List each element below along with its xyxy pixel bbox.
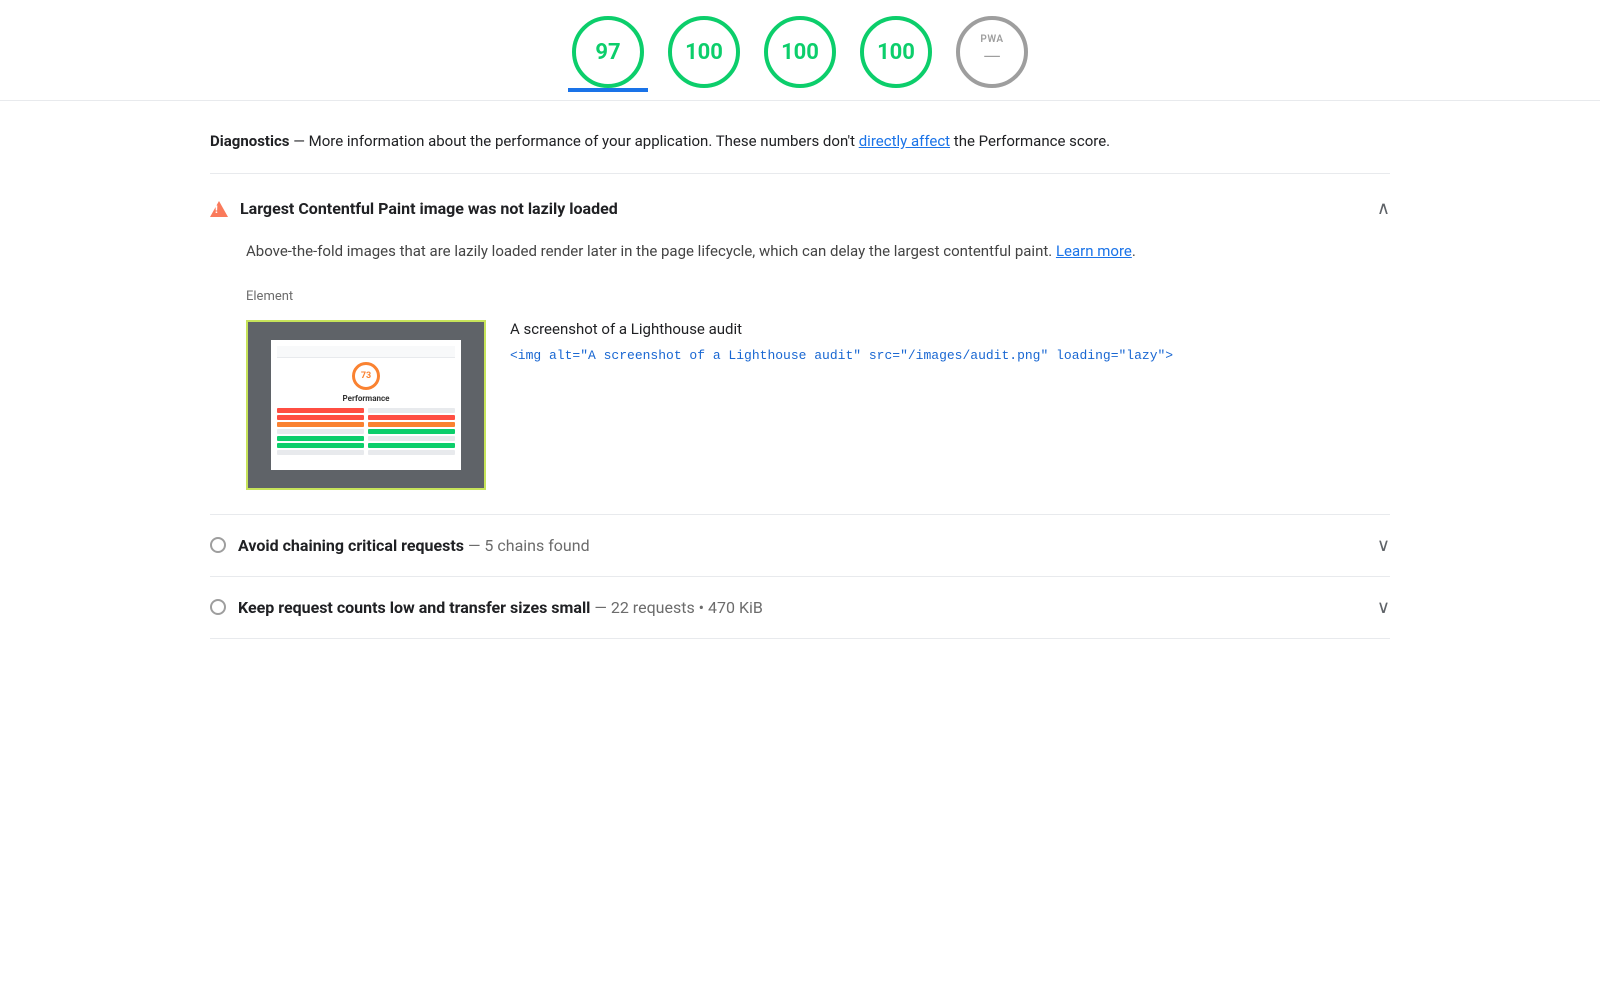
- element-code: <img alt="A screenshot of a Lighthouse a…: [510, 346, 1390, 367]
- element-alt-text: A screenshot of a Lighthouse audit: [510, 320, 1390, 338]
- audit-desc-before: Above-the-fold images that are lazily lo…: [246, 242, 1056, 260]
- score-100c[interactable]: 100: [860, 16, 932, 88]
- audit-critical-requests-chevron[interactable]: ∨: [1377, 535, 1390, 556]
- directly-affect-link[interactable]: directly affect: [859, 132, 950, 150]
- element-code-text: <img alt="A screenshot of a Lighthouse a…: [510, 348, 1173, 363]
- pwa-dash: —: [983, 45, 1002, 69]
- audit-request-counts-title-text: Keep request counts low and transfer siz…: [238, 598, 590, 617]
- audit-request-counts-chevron[interactable]: ∨: [1377, 597, 1390, 618]
- audit-desc-after: .: [1132, 242, 1136, 260]
- score-100b-value: 100: [781, 40, 819, 65]
- audit-lcp-lazy-description: Above-the-fold images that are lazily lo…: [246, 239, 1390, 265]
- score-pwa[interactable]: PWA —: [956, 16, 1028, 88]
- diagnostics-divider: [210, 173, 1390, 174]
- score-100b-wrapper[interactable]: 100: [764, 16, 836, 88]
- diagnostics-description2: the Performance score.: [950, 132, 1110, 150]
- score-100a-wrapper[interactable]: 100: [668, 16, 740, 88]
- audit-critical-requests-title: Avoid chaining critical requests — 5 cha…: [238, 536, 590, 555]
- main-content: Diagnostics — More information about the…: [130, 101, 1470, 639]
- score-97-wrapper[interactable]: 97: [572, 16, 644, 88]
- audit-lcp-lazy-chevron[interactable]: ∧: [1377, 198, 1390, 219]
- audit-lcp-lazy-header[interactable]: Largest Contentful Paint image was not l…: [210, 178, 1390, 239]
- audit-request-counts-title: Keep request counts low and transfer siz…: [238, 598, 763, 617]
- score-100b[interactable]: 100: [764, 16, 836, 88]
- score-100a[interactable]: 100: [668, 16, 740, 88]
- element-row: 73 Performance: [246, 320, 1390, 490]
- audit-request-counts-left: Keep request counts low and transfer siz…: [210, 598, 763, 617]
- audit-request-counts-meta: — 22 requests • 470 KiB: [590, 598, 762, 617]
- audit-critical-requests-meta: — 5 chains found: [464, 536, 590, 555]
- circle-icon-requests: [210, 599, 226, 615]
- scores-bar: 97 100 100 100 PWA —: [0, 0, 1600, 88]
- audit-critical-requests: Avoid chaining critical requests — 5 cha…: [210, 515, 1390, 577]
- audit-request-counts-header[interactable]: Keep request counts low and transfer siz…: [210, 577, 1390, 638]
- element-info: A screenshot of a Lighthouse audit <img …: [510, 320, 1390, 367]
- audit-lcp-lazy-body: Above-the-fold images that are lazily lo…: [210, 239, 1390, 514]
- audit-lcp-lazy-title: Largest Contentful Paint image was not l…: [240, 199, 618, 218]
- learn-more-link[interactable]: Learn more: [1056, 242, 1132, 260]
- audit-request-counts: Keep request counts low and transfer siz…: [210, 577, 1390, 639]
- score-97[interactable]: 97: [572, 16, 644, 88]
- audit-lcp-lazy: Largest Contentful Paint image was not l…: [210, 178, 1390, 515]
- element-thumbnail: 73 Performance: [246, 320, 486, 490]
- score-100a-value: 100: [685, 40, 723, 65]
- circle-icon-critical: [210, 537, 226, 553]
- audit-lcp-lazy-header-left: Largest Contentful Paint image was not l…: [210, 199, 618, 218]
- score-100c-wrapper[interactable]: 100: [860, 16, 932, 88]
- audit-critical-requests-header[interactable]: Avoid chaining critical requests — 5 cha…: [210, 515, 1390, 576]
- warning-icon: [210, 201, 228, 217]
- audit-critical-requests-left: Avoid chaining critical requests — 5 cha…: [210, 536, 590, 555]
- score-100c-value: 100: [877, 40, 915, 65]
- audit-critical-requests-title-text: Avoid chaining critical requests: [238, 536, 464, 555]
- score-97-value: 97: [595, 40, 620, 65]
- element-label: Element: [246, 289, 1390, 304]
- score-pwa-wrapper[interactable]: PWA —: [956, 16, 1028, 88]
- diagnostics-heading: Diagnostics: [210, 132, 289, 150]
- diagnostics-section: Diagnostics — More information about the…: [210, 101, 1390, 169]
- diagnostics-description: — More information about the performance…: [289, 132, 858, 150]
